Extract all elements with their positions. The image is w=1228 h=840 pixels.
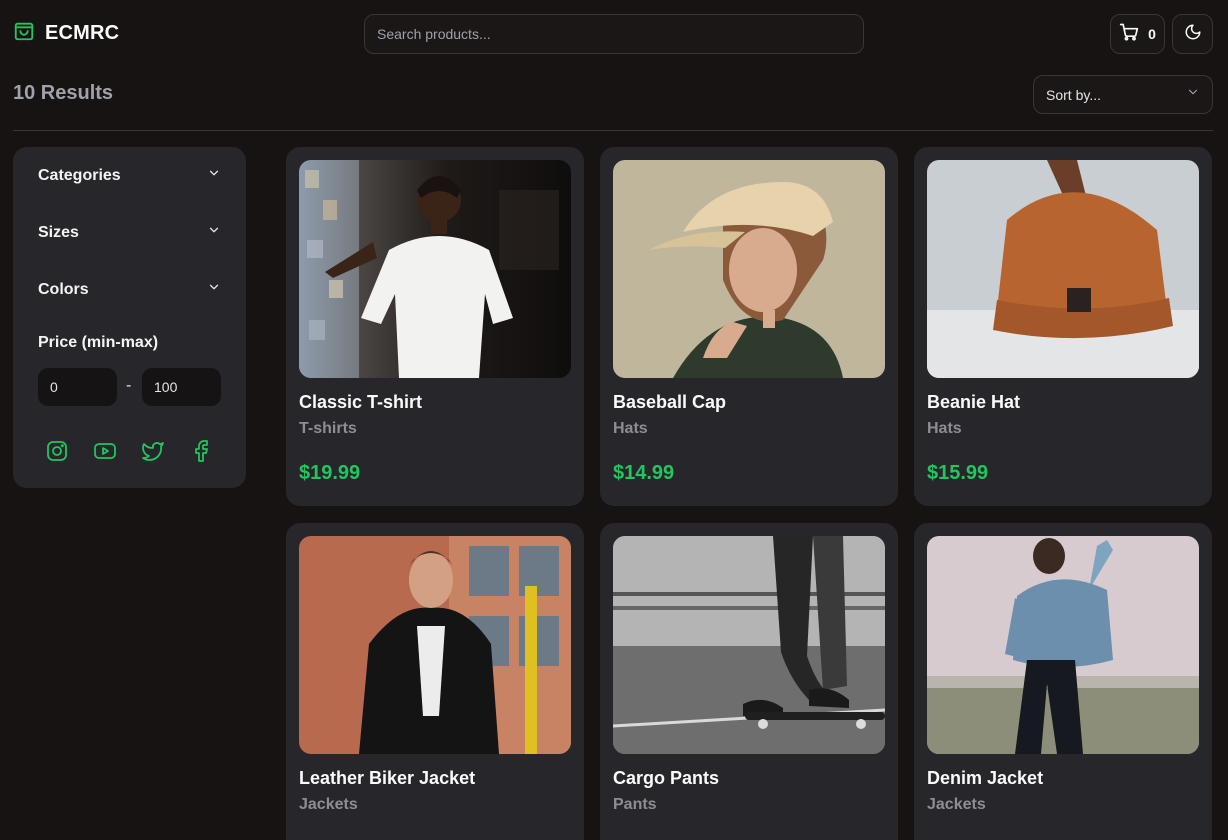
- facebook-icon[interactable]: [189, 439, 213, 463]
- price-label: Price (min-max): [38, 334, 159, 351]
- filter-categories[interactable]: Categories: [38, 166, 221, 185]
- product-category: Hats: [927, 420, 962, 437]
- product-image[interactable]: [299, 160, 571, 378]
- product-card[interactable]: Beanie Hat Hats $15.99: [914, 147, 1212, 506]
- brand[interactable]: ECMRC: [13, 20, 119, 47]
- price-max-input[interactable]: [142, 368, 221, 406]
- price-min-input[interactable]: [38, 368, 117, 406]
- filter-sidebar: Categories Sizes Colors Price (min-max) …: [13, 147, 246, 488]
- theme-toggle-button[interactable]: [1172, 14, 1213, 54]
- product-card[interactable]: Leather Biker Jacket Jackets: [286, 523, 584, 840]
- product-title[interactable]: Cargo Pants: [613, 768, 719, 789]
- divider: [13, 130, 1213, 131]
- filter-label: Sizes: [38, 223, 79, 241]
- moon-icon: [1184, 23, 1202, 46]
- search-input[interactable]: [377, 26, 851, 42]
- brand-name: ECMRC: [45, 22, 120, 44]
- results-count: 10 Results: [13, 82, 114, 104]
- product-title[interactable]: Leather Biker Jacket: [299, 768, 475, 789]
- product-image[interactable]: [613, 160, 885, 378]
- product-card[interactable]: Denim Jacket Jackets: [914, 523, 1212, 840]
- product-card[interactable]: Baseball Cap Hats $14.99: [600, 147, 898, 506]
- twitter-icon[interactable]: [141, 439, 165, 463]
- product-title[interactable]: Classic T-shirt: [299, 392, 422, 413]
- product-image[interactable]: [613, 536, 885, 754]
- chevron-down-icon: [1186, 85, 1200, 104]
- sort-select[interactable]: Sort by...: [1033, 75, 1213, 114]
- chevron-down-icon: [207, 223, 221, 242]
- chevron-down-icon: [207, 280, 221, 299]
- product-image[interactable]: [927, 536, 1199, 754]
- product-title[interactable]: Beanie Hat: [927, 392, 1020, 413]
- cart-icon: [1119, 22, 1139, 47]
- product-category: Hats: [613, 420, 648, 437]
- product-category: Pants: [613, 796, 657, 813]
- product-image[interactable]: [299, 536, 571, 754]
- product-title[interactable]: Denim Jacket: [927, 768, 1043, 789]
- product-card[interactable]: Cargo Pants Pants: [600, 523, 898, 840]
- filter-label: Categories: [38, 166, 121, 184]
- sort-label: Sort by...: [1046, 86, 1101, 103]
- product-card[interactable]: Classic T-shirt T-shirts $19.99: [286, 147, 584, 506]
- product-price: $14.99: [613, 462, 675, 484]
- filter-sizes[interactable]: Sizes: [38, 223, 221, 242]
- product-category: Jackets: [927, 796, 986, 813]
- cart-count: 0: [1148, 26, 1156, 42]
- product-image[interactable]: [927, 160, 1199, 378]
- product-category: Jackets: [299, 796, 358, 813]
- cart-button[interactable]: 0: [1110, 14, 1165, 54]
- product-price: $19.99: [299, 462, 361, 484]
- search-box[interactable]: [364, 14, 864, 54]
- product-title[interactable]: Baseball Cap: [613, 392, 726, 413]
- shopping-bag-icon: [13, 20, 35, 47]
- filter-colors[interactable]: Colors: [38, 280, 221, 299]
- youtube-icon[interactable]: [93, 439, 117, 463]
- price-separator: -: [126, 377, 132, 394]
- product-category: T-shirts: [299, 420, 357, 437]
- filter-label: Colors: [38, 280, 89, 298]
- chevron-down-icon: [207, 166, 221, 185]
- instagram-icon[interactable]: [45, 439, 69, 463]
- product-price: $15.99: [927, 462, 989, 484]
